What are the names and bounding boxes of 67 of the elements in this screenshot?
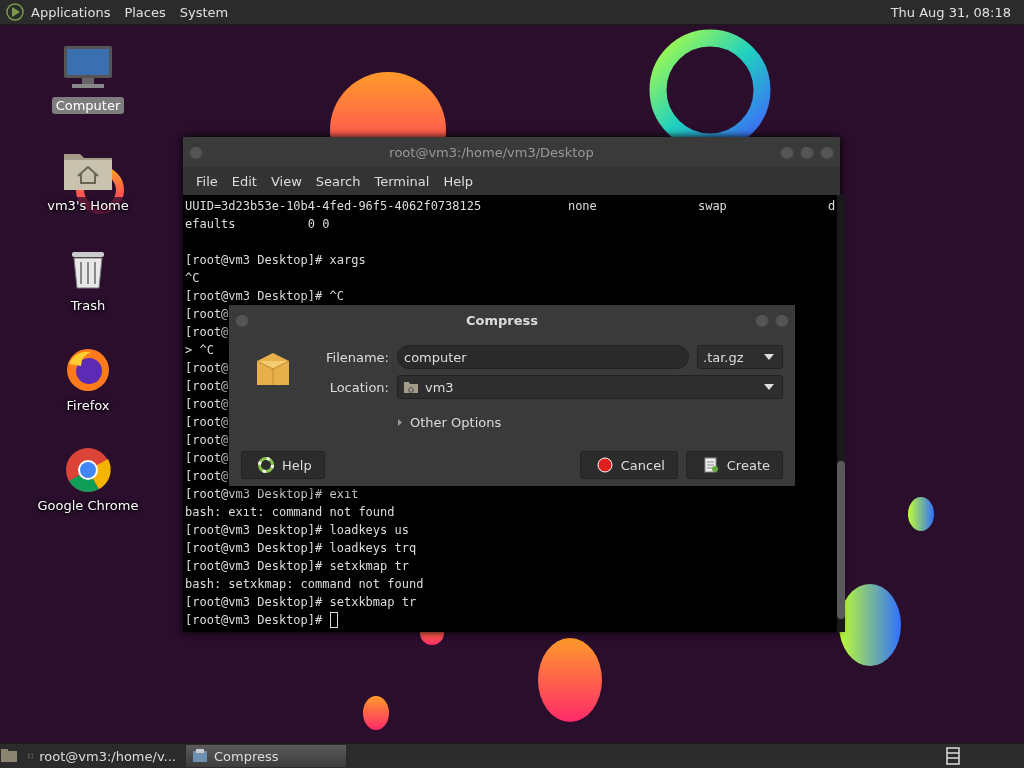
panel-menu[interactable]: System: [172, 2, 236, 22]
location-dropdown[interactable]: vm3: [397, 375, 783, 399]
terminal-line: [root@vm3 Desktop]# loadkeys trq: [185, 540, 417, 557]
terminal-line: [root@: [185, 378, 229, 395]
terminal-line: [root@vm3 Desktop]# setxkmap tr: [185, 558, 409, 575]
stop-icon: [596, 457, 613, 473]
dropdown-arrow-icon: [764, 384, 774, 390]
terminal-line: [root@: [185, 396, 229, 413]
terminal-line: > ^C: [185, 342, 214, 359]
terminal-line: [root@vm3 Desktop]# xargs: [185, 252, 366, 269]
create-button[interactable]: Create: [685, 451, 783, 479]
terminal-line: [root@vm3 Desktop]# ^C: [185, 288, 344, 305]
terminal-line: [root@: [185, 324, 229, 341]
field-label: Filename:: [325, 349, 389, 365]
field-label: Location:: [328, 379, 389, 395]
terminal-line: [root@: [185, 450, 229, 467]
expander-arrow-icon: [397, 419, 404, 426]
terminal-line: [root@vm3 Desktop]# setxkbmap tr: [185, 594, 417, 611]
terminal-line: UUID=3d23b53e-10b4-4fed-96f5-4062f0738125 none swap d: [185, 198, 836, 215]
scrollbar-thumb[interactable]: [837, 461, 846, 619]
menu-logo-icon: [6, 3, 24, 21]
close-button[interactable]: [775, 313, 789, 327]
terminal-line: [root@vm3 Desktop]# exıt: [185, 486, 359, 503]
terminal-line: ^C: [185, 270, 200, 287]
menu-item[interactable]: Search: [308, 170, 368, 192]
terminal-line: [root@: [185, 306, 229, 323]
dialog-title: Compress: [465, 312, 539, 328]
maximize-button[interactable]: [800, 145, 814, 159]
format-dropdown[interactable]: .tar.gz: [697, 345, 783, 369]
window-menu-button[interactable]: [189, 145, 203, 159]
menu-item[interactable]: Edit: [224, 170, 264, 192]
panel-menu[interactable]: Places: [117, 2, 173, 22]
menu-item[interactable]: Terminal: [367, 170, 437, 192]
desktop-icon-label[interactable]: Computer: [51, 97, 125, 114]
minimize-button[interactable]: [755, 313, 769, 327]
terminal-line: [root@: [185, 360, 229, 377]
taskbar-button[interactable]: root@vm3:/home/v...: [22, 745, 182, 767]
minimize-button[interactable]: [780, 145, 794, 159]
cancel-button[interactable]: Cancel: [579, 451, 678, 479]
terminal-line: bash: setxkmap: command not found: [185, 576, 424, 593]
terminal-line: [root@: [185, 432, 229, 449]
panel-menu[interactable]: Applications: [24, 2, 118, 22]
menu-item[interactable]: File: [189, 170, 225, 192]
other-options-expander[interactable]: Other Options: [315, 415, 783, 430]
close-button[interactable]: [820, 145, 834, 159]
window-menu-button[interactable]: [235, 313, 249, 327]
show-desktop-icon: [0, 747, 18, 765]
terminal-line: [root@vm3 Desktop]#: [185, 612, 324, 629]
terminal-line: bash: exıt: command not found: [185, 504, 395, 521]
workspace-switcher-icon: [946, 747, 960, 765]
terminal-line: [root@: [185, 468, 229, 485]
terminal-line: efaults 0 0: [185, 216, 330, 233]
terminal-line: [root@vm3 Desktop]# loadkeys us: [185, 522, 409, 539]
home-folder-icon: [403, 379, 419, 395]
scrollbar[interactable]: [837, 195, 846, 632]
clock[interactable]: Thu Aug 31, 08:18: [883, 2, 1018, 22]
document-icon: [702, 457, 719, 473]
menu-item[interactable]: View: [263, 170, 309, 192]
archive-icon: [192, 748, 208, 764]
taskbar-button[interactable]: Compress: [186, 745, 346, 767]
filename-field[interactable]: computer: [397, 345, 689, 369]
terminal-line: [root@: [185, 414, 229, 431]
menu-item[interactable]: Help: [436, 170, 481, 192]
window-title: root@vm3:/home/vm3/Desktop: [388, 144, 595, 160]
dropdown-arrow-icon: [764, 354, 774, 360]
lifebuoy-icon: [258, 457, 274, 473]
help-button[interactable]: Help: [241, 451, 325, 479]
